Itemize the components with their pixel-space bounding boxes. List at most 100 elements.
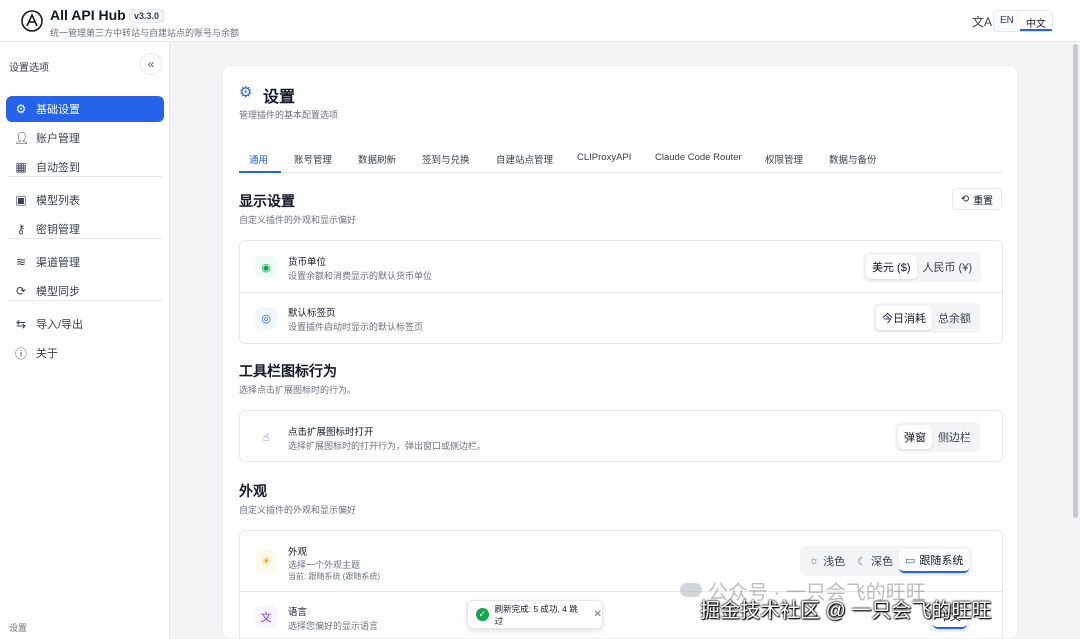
open-sidepanel-option[interactable]: 侧边栏 bbox=[932, 425, 977, 449]
version-badge: v3.3.0 bbox=[129, 9, 165, 23]
toolbar-behavior-subtitle: 选择点击扩展图标时的行为。 bbox=[239, 385, 357, 395]
sidebar-item-label: 自动签到 bbox=[36, 162, 80, 174]
layers-icon: ≋ bbox=[15, 255, 27, 269]
sidebar: 设置选项 « ⚙ 基础设置 👤︎ 账户管理 ▦ 自动签到 ▣ 模型列表 ⚷ 密钥… bbox=[0, 42, 170, 639]
tab-general[interactable]: 通用 bbox=[249, 152, 268, 166]
currency-row: ◉ 货币单位 设置余额和消费显示的默认货币单位 美元 ($) 人民币 (¥) bbox=[240, 241, 1002, 293]
sidebar-divider bbox=[8, 300, 162, 301]
theme-system-label: 跟随系统 bbox=[919, 555, 964, 567]
language-switch: EN 中文 bbox=[993, 10, 1053, 32]
theme-label: 外观 bbox=[288, 547, 308, 558]
sidebar-item-label: 模型同步 bbox=[36, 286, 80, 298]
settings-tabs: 通用 账号管理 数据刷新 签到与兑换 自建站点管理 CLIProxyAPI Cl… bbox=[239, 146, 1003, 173]
sidebar-divider bbox=[8, 176, 162, 177]
default-tab-label: 默认标签页 bbox=[288, 308, 336, 319]
language-label: 语言 bbox=[288, 607, 308, 618]
theme-light-label: 浅色 bbox=[823, 556, 846, 568]
chevrons-left-icon: « bbox=[147, 57, 155, 71]
default-tab-balance-option[interactable]: 总余额 bbox=[932, 306, 977, 330]
reset-button[interactable]: ⟲ 重置 bbox=[952, 188, 1002, 210]
tab-claude-code-router[interactable]: Claude Code Router bbox=[655, 152, 742, 163]
theme-dark-option[interactable]: ☾ 深色 bbox=[851, 549, 899, 573]
tab-data-refresh[interactable]: 数据刷新 bbox=[358, 152, 396, 166]
open-behavior-label: 点击扩展图标时打开 bbox=[288, 427, 374, 438]
theme-light-option[interactable]: ☼ 浅色 bbox=[803, 549, 851, 573]
sidebar-item-about[interactable]: ⓘ 关于 bbox=[6, 340, 164, 366]
sidebar-item-channel-management[interactable]: ≋ 渠道管理 bbox=[6, 249, 164, 275]
theme-selector: ☼ 浅色 ☾ 深色 ▭ 跟随系统 bbox=[800, 546, 973, 576]
currency-selector: 美元 ($) 人民币 (¥) bbox=[863, 252, 981, 282]
sidebar-footer: 设置 bbox=[9, 623, 28, 633]
page-scrollbar[interactable] bbox=[1073, 44, 1078, 518]
active-tab-indicator bbox=[239, 171, 281, 173]
language-desc: 选择您偏好的显示语言 bbox=[288, 621, 379, 631]
toolbar-behavior-panel: ☝ 点击扩展图标时打开 选择扩展图标时的打开行为，弹出窗口或侧边栏。 弹窗 侧边… bbox=[239, 410, 1003, 462]
sidebar-item-label: 导入/导出 bbox=[36, 319, 84, 331]
tab-data-backup[interactable]: 数据与备份 bbox=[829, 152, 877, 166]
currency-usd-option[interactable]: 美元 ($) bbox=[866, 255, 917, 279]
lang-zh-button[interactable]: 中文 bbox=[1019, 11, 1052, 31]
tab-permissions[interactable]: 权限管理 bbox=[765, 152, 803, 166]
sidebar-item-basic-settings[interactable]: ⚙ 基础设置 bbox=[6, 96, 164, 122]
open-behavior-row: ☝ 点击扩展图标时打开 选择扩展图标时的打开行为，弹出窗口或侧边栏。 弹窗 侧边… bbox=[240, 411, 1002, 463]
open-popup-option[interactable]: 弹窗 bbox=[898, 425, 932, 449]
sidebar-item-label: 模型列表 bbox=[36, 195, 80, 207]
collapse-sidebar-button[interactable]: « bbox=[140, 53, 162, 75]
tab-checkin-redeem[interactable]: 签到与兑换 bbox=[422, 152, 470, 166]
check-circle-icon: ✓ bbox=[476, 608, 489, 621]
sync-icon: ⟳ bbox=[15, 284, 27, 298]
toast-notification: ✓ 刷新完成: 5 成功, 4 跳过 ✕ bbox=[467, 600, 603, 629]
sidebar-item-label: 基础设置 bbox=[36, 104, 80, 116]
monitor-icon: ▭ bbox=[904, 554, 916, 567]
theme-system-option[interactable]: ▭ 跟随系统 bbox=[898, 549, 970, 573]
close-icon[interactable]: ✕ bbox=[594, 609, 602, 620]
sidebar-item-import-export[interactable]: ⇆ 导入/导出 bbox=[6, 311, 164, 337]
appearance-subtitle: 自定义插件的外观和显示偏好 bbox=[239, 505, 357, 515]
swap-icon: ⇆ bbox=[15, 317, 27, 331]
theme-desc: 选择一个外观主题 bbox=[288, 560, 361, 570]
refresh-icon: ⟲ bbox=[960, 193, 970, 205]
tab-self-hosted-sites[interactable]: 自建站点管理 bbox=[496, 152, 553, 166]
reset-label: 重置 bbox=[973, 195, 994, 207]
currency-label: 货币单位 bbox=[288, 257, 327, 268]
default-tab-selector: 今日消耗 总余额 bbox=[873, 303, 980, 333]
app-header: All API Hub v3.3.0 统一管理第三方中转站与自建站点的账号与余额… bbox=[0, 0, 1080, 42]
user-icon: 👤︎ bbox=[14, 131, 30, 145]
sidebar-item-label: 密钥管理 bbox=[36, 224, 80, 236]
settings-gear-icon: ⚙ bbox=[239, 84, 253, 101]
lang-en-button[interactable]: EN bbox=[994, 11, 1020, 31]
sun-small-icon: ☼ bbox=[809, 555, 820, 567]
sidebar-item-account-management[interactable]: 👤︎ 账户管理 bbox=[6, 125, 164, 151]
toast-message: 刷新完成: 5 成功, 4 跳过 bbox=[494, 603, 578, 626]
appearance-title: 外观 bbox=[239, 483, 267, 499]
gear-icon: ⚙ bbox=[15, 102, 27, 116]
app-subtitle: 统一管理第三方中转站与自建站点的账号与余额 bbox=[50, 28, 240, 38]
key-icon: ⚷ bbox=[16, 222, 26, 236]
eye-icon: ◎ bbox=[255, 307, 277, 329]
open-behavior-desc: 选择扩展图标时的打开行为，弹出窗口或侧边栏。 bbox=[288, 441, 487, 451]
sidebar-divider bbox=[8, 238, 162, 239]
currency-desc: 设置余额和消费显示的默认货币单位 bbox=[288, 271, 433, 281]
display-settings-subtitle: 自定义插件的外观和显示偏好 bbox=[239, 215, 357, 225]
chip-icon: ▣ bbox=[15, 193, 27, 207]
tab-account-management[interactable]: 账号管理 bbox=[294, 152, 332, 166]
default-tab-today-option[interactable]: 今日消耗 bbox=[876, 306, 932, 330]
watermark-line2: 掘金技术社区 @ 一只会飞的旺旺 bbox=[700, 600, 992, 622]
sidebar-item-label: 账户管理 bbox=[36, 133, 80, 145]
sidebar-title: 设置选项 bbox=[9, 63, 49, 74]
translate-icon: 文 bbox=[255, 606, 277, 628]
theme-current: 当前: 跟随系统 (跟随系统) bbox=[288, 572, 380, 581]
sidebar-item-model-list[interactable]: ▣ 模型列表 bbox=[6, 187, 164, 213]
theme-dark-label: 深色 bbox=[870, 556, 893, 568]
globe-icon: ◉ bbox=[255, 256, 277, 278]
toolbar-behavior-title: 工具栏图标行为 bbox=[239, 363, 337, 379]
page-subtitle: 管理插件的基本配置选项 bbox=[239, 110, 339, 120]
display-settings-panel: ◉ 货币单位 设置余额和消费显示的默认货币单位 美元 ($) 人民币 (¥) ◎… bbox=[239, 240, 1003, 344]
currency-cny-option[interactable]: 人民币 (¥) bbox=[917, 255, 979, 279]
tab-cliproxyapi[interactable]: CLIProxyAPI bbox=[577, 152, 631, 163]
default-tab-desc: 设置插件启动时显示的默认标签页 bbox=[288, 322, 424, 332]
sun-icon: ☀ bbox=[255, 550, 277, 572]
moon-icon: ☾ bbox=[857, 555, 867, 568]
calendar-icon: ▦ bbox=[15, 160, 27, 174]
open-behavior-selector: 弹窗 侧边栏 bbox=[895, 422, 980, 452]
